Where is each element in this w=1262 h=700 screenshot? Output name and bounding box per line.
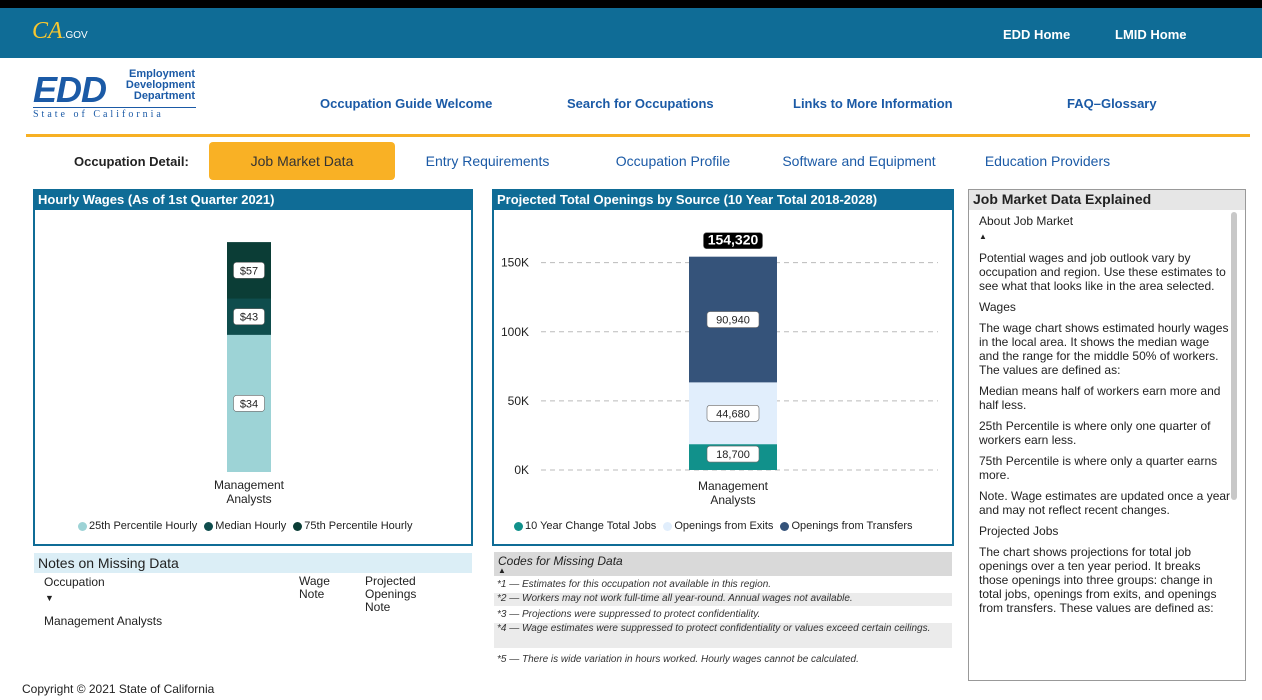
ca-gov-text: CA	[32, 18, 63, 44]
explained-p7: Note. Wage estimates are updated once a …	[979, 489, 1231, 517]
openings-panel-title: Projected Total Openings by Source (10 Y…	[493, 190, 953, 210]
wages-chart: $34 $43 $57 ManagementAnalysts	[214, 242, 285, 506]
wage-category-label-1: Management	[214, 478, 285, 492]
code-item-2: *2 — Workers may not work full-time all …	[494, 593, 952, 606]
legend-75th-dot	[293, 521, 303, 531]
code-item-4: *4 — Wage estimates were suppressed to p…	[494, 623, 952, 648]
legend-change-dot	[514, 521, 523, 531]
openings-category-label-2: Analysts	[710, 493, 755, 507]
occupation-detail-label: Occupation Detail:	[74, 154, 189, 169]
tab-software-equipment[interactable]: Software and Equipment	[770, 142, 948, 180]
tab-education-providers[interactable]: Education Providers	[970, 142, 1125, 180]
edd-logo-state: State of California	[33, 107, 196, 120]
code-item-3: *3 — Projections were suppressed to prot…	[497, 609, 761, 620]
openings-panel: Projected Total Openings by Source (10 Y…	[493, 190, 953, 210]
legend-75th-label: 75th Percentile Hourly	[304, 520, 413, 532]
ca-gov-suffix: .GOV	[62, 30, 88, 41]
legend-transfers-dot	[780, 521, 790, 531]
openings-ytick-0: 0K	[514, 463, 529, 477]
openings-chart: 0K 50K 100K 150K 18,700 44,680 90,940 154,320 Ma…	[501, 232, 938, 507]
openings-category-label-1: Management	[698, 479, 769, 493]
wage-category-label-2: Analysts	[226, 492, 271, 506]
openings-ytick-3: 150K	[501, 256, 529, 270]
edd-logo[interactable]: EDD Employment Development Department St…	[33, 63, 198, 121]
notes-col-projected-openings[interactable]: Projected Openings Note	[365, 575, 445, 614]
openings-legend: 10 Year Change Total Jobs Openings from …	[514, 520, 913, 532]
tab-entry-requirements[interactable]: Entry Requirements	[410, 142, 565, 180]
tab-occupation-profile[interactable]: Occupation Profile	[598, 142, 748, 180]
copyright-text: Copyright © 2021 State of California	[22, 682, 215, 696]
explained-p3: The wage chart shows estimated hourly wa…	[979, 321, 1229, 377]
notes-col-wage-note[interactable]: Wage Note	[299, 575, 339, 601]
explained-panel: Job Market Data Explained About Job Mark…	[968, 189, 1246, 681]
lmid-home-link[interactable]: LMID Home	[1115, 27, 1187, 42]
openings-ytick-2: 100K	[501, 325, 529, 339]
edd-logo-subtitle: Employment Development Department	[115, 69, 195, 102]
nav-occupation-guide-welcome[interactable]: Occupation Guide Welcome	[320, 96, 492, 111]
nav-links-more-information[interactable]: Links to More Information	[793, 96, 953, 111]
code-item-5: *5 — There is wide variation in hours wo…	[497, 654, 859, 665]
explained-p4: Median means half of workers earn more a…	[979, 384, 1221, 412]
nav-faq-glossary[interactable]: FAQ–Glossary	[1067, 96, 1157, 111]
explained-about-heading: About Job Market ▲	[979, 214, 1231, 244]
nav-search-occupations[interactable]: Search for Occupations	[567, 96, 714, 111]
explained-p1: Potential wages and job outlook vary by …	[979, 251, 1226, 293]
legend-change-label: 10 Year Change Total Jobs	[525, 520, 657, 532]
wage-label-0: $34	[240, 398, 258, 410]
legend-25th-dot	[78, 521, 87, 531]
openings-label-0: 18,700	[716, 449, 750, 461]
explained-p8: Projected Jobs	[979, 524, 1059, 538]
tab-job-market-data[interactable]: Job Market Data	[209, 142, 395, 180]
openings-total: 154,320	[708, 232, 759, 248]
collapse-up-icon[interactable]: ▲	[979, 232, 987, 241]
openings-label-2: 90,940	[716, 315, 750, 327]
legend-exits-label: Openings from Exits	[674, 520, 774, 532]
top-bar: CA.GOV EDD Home LMID Home	[0, 8, 1262, 58]
explained-title: Job Market Data Explained	[969, 190, 1245, 210]
notes-col-occupation[interactable]: Occupation	[44, 575, 105, 589]
notes-title: Notes on Missing Data	[34, 553, 472, 573]
wages-legend: 25th Percentile Hourly Median Hourly 75t…	[78, 520, 413, 532]
sort-down-icon[interactable]: ▼	[45, 593, 54, 603]
edd-logo-text: EDD	[33, 69, 107, 110]
legend-25th-label: 25th Percentile Hourly	[89, 520, 198, 532]
legend-median-label: Median Hourly	[215, 520, 287, 532]
codes-title: Codes for Missing Data ▲	[494, 552, 952, 576]
header-divider	[26, 134, 1250, 137]
openings-label-1: 44,680	[716, 408, 750, 420]
site-header: EDD Employment Development Department St…	[0, 58, 1262, 128]
edd-home-link[interactable]: EDD Home	[1003, 27, 1070, 42]
explained-body[interactable]: About Job Market ▲ Potential wages and jo…	[979, 214, 1231, 622]
notes-row-occupation: Management Analysts	[44, 614, 163, 628]
explained-p6: 75th Percentile is where only a quarter …	[979, 454, 1218, 482]
explained-p0: About Job Market	[979, 214, 1074, 228]
explained-p5: 25th Percentile is where only one quarte…	[979, 419, 1211, 447]
legend-exits-dot	[663, 521, 673, 531]
code-item-1: *1 — Estimates for this occupation not a…	[497, 579, 772, 590]
page: CA.GOV EDD Home LMID Home EDD Employment…	[0, 8, 1262, 700]
wages-panel-title: Hourly Wages (As of 1st Quarter 2021)	[34, 190, 472, 210]
edd-sub-line3: Department	[133, 90, 195, 102]
legend-transfers-label: Openings from Transfers	[791, 520, 913, 532]
wage-label-1: $43	[240, 312, 258, 324]
wages-panel: Hourly Wages (As of 1st Quarter 2021)	[34, 190, 472, 210]
ca-gov-logo[interactable]: CA.GOV	[32, 18, 88, 45]
legend-median-dot	[204, 521, 214, 531]
wage-label-2: $57	[240, 265, 258, 277]
openings-ytick-1: 50K	[508, 394, 529, 408]
explained-scrollbar[interactable]	[1231, 212, 1237, 500]
explained-p9: The chart shows projections for total jo…	[979, 545, 1217, 615]
explained-p2: Wages	[979, 300, 1016, 314]
